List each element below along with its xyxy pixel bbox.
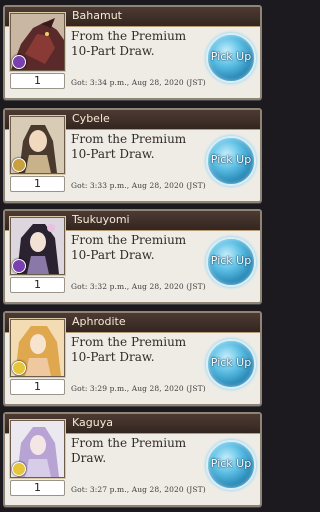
pick-up-button[interactable]: Pick Up: [206, 237, 256, 287]
summon-card-bahamut: Bahamut From the Premium 10-Part Draw. 1…: [3, 5, 262, 100]
summon-portrait-kaguya[interactable]: [10, 420, 65, 478]
dark-element-icon: [12, 259, 26, 273]
summon-portrait-bahamut[interactable]: [10, 13, 65, 71]
summon-portrait-cybele[interactable]: [10, 116, 65, 174]
summon-description: From the Premium 10-Part Draw.: [71, 233, 187, 262]
light-element-icon: [12, 462, 26, 476]
dark-element-icon: [12, 55, 26, 69]
obtained-timestamp: Got: 3:32 p.m., Aug 28, 2020 (JST): [71, 282, 206, 291]
pick-up-button[interactable]: Pick Up: [206, 440, 256, 490]
summon-card-aphrodite: Aphrodite From the Premium 10-Part Draw.…: [3, 311, 262, 406]
summon-count: 1: [10, 379, 65, 395]
summon-name: Cybele: [72, 112, 110, 125]
summon-card-kaguya: Kaguya From the Premium Draw. 1 Got: 3:2…: [3, 412, 262, 507]
summon-portrait-aphrodite[interactable]: [10, 319, 65, 377]
summon-description: From the Premium 10-Part Draw.: [71, 132, 187, 161]
summon-count: 1: [10, 277, 65, 293]
summon-card-tsukuyomi: Tsukuyomi From the Premium 10-Part Draw.…: [3, 209, 262, 304]
obtained-timestamp: Got: 3:27 p.m., Aug 28, 2020 (JST): [71, 485, 206, 494]
obtained-timestamp: Got: 3:33 p.m., Aug 28, 2020 (JST): [71, 181, 206, 190]
summon-name: Tsukuyomi: [72, 213, 130, 226]
summon-description: From the Premium 10-Part Draw.: [71, 29, 187, 58]
obtained-timestamp: Got: 3:29 p.m., Aug 28, 2020 (JST): [71, 384, 206, 393]
summon-count: 1: [10, 480, 65, 496]
summon-card-cybele: Cybele From the Premium 10-Part Draw. 1 …: [3, 108, 262, 203]
summon-description: From the Premium 10-Part Draw.: [71, 335, 187, 364]
pick-up-button[interactable]: Pick Up: [206, 339, 256, 389]
summon-count: 1: [10, 73, 65, 89]
summon-name: Aphrodite: [72, 315, 126, 328]
earth-element-icon: [12, 158, 26, 172]
pick-up-button[interactable]: Pick Up: [206, 33, 256, 83]
summon-portrait-tsukuyomi[interactable]: [10, 217, 65, 275]
obtained-timestamp: Got: 3:34 p.m., Aug 28, 2020 (JST): [71, 78, 206, 87]
pick-up-button[interactable]: Pick Up: [206, 136, 256, 186]
summon-name: Bahamut: [72, 9, 122, 22]
summon-count: 1: [10, 176, 65, 192]
summon-name: Kaguya: [72, 416, 113, 429]
summon-description: From the Premium Draw.: [71, 436, 187, 465]
light-element-icon: [12, 361, 26, 375]
